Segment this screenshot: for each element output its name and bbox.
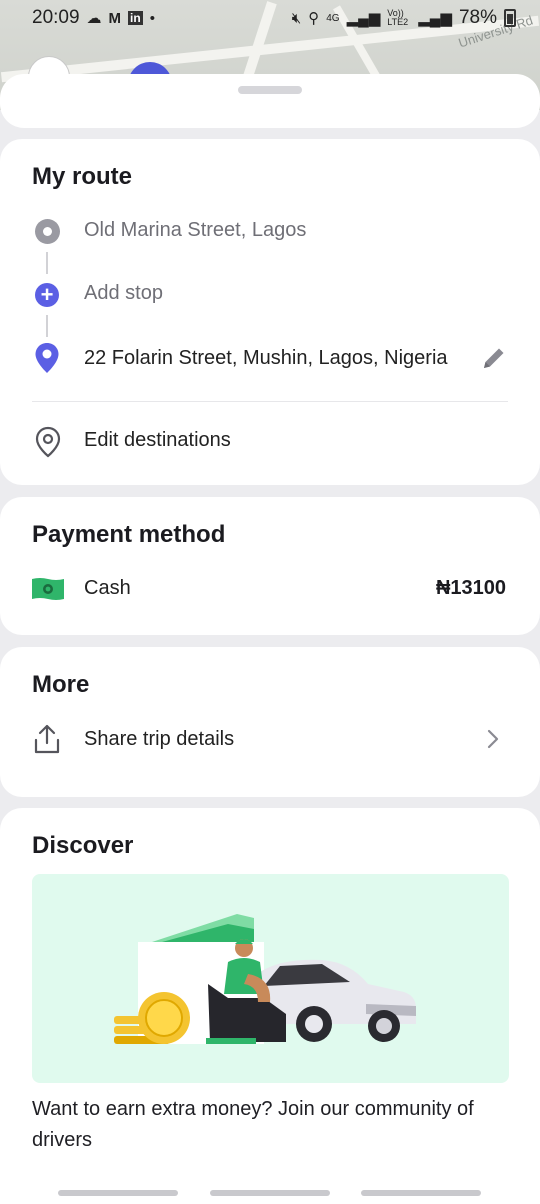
add-stop-button[interactable]: Add stop (84, 282, 163, 305)
add-stop-icon[interactable]: + (35, 283, 59, 307)
location-icon: ⚲ (308, 10, 320, 27)
gmail-icon: M (108, 9, 122, 27)
pickup-dot-icon (35, 219, 60, 244)
share-trip-details-button[interactable]: Share trip details (84, 728, 234, 751)
route-divider (32, 401, 508, 402)
edit-pencil-icon[interactable] (480, 344, 508, 377)
network-4g-label: 4G (326, 12, 340, 24)
sheet-grabber[interactable] (238, 86, 302, 94)
route-title: My route (32, 163, 133, 190)
battery-percent: 78% (458, 7, 497, 28)
payment-method-label[interactable]: Cash (84, 577, 131, 600)
more-title: More (32, 671, 90, 698)
location-outline-icon (34, 426, 62, 463)
destination-pin-icon (34, 342, 60, 379)
linkedin-icon: in (128, 11, 143, 25)
cash-icon (32, 577, 64, 606)
battery-icon (504, 9, 516, 27)
payment-card: Payment method Cash ₦13100 (0, 497, 540, 635)
payment-title: Payment method (32, 521, 226, 548)
trip-price: ₦13100 (435, 577, 506, 599)
driver-illustration (114, 914, 416, 1044)
chevron-right-icon[interactable] (484, 727, 502, 756)
nav-home-button[interactable] (210, 1190, 330, 1196)
network-volte-label: Vo)) LTE2 (387, 8, 409, 27)
driver-promo-banner[interactable] (32, 874, 509, 1083)
destination-address[interactable]: 22 Folarin Street, Mushin, Lagos, Nigeri… (84, 347, 448, 370)
pickup-address[interactable]: Old Marina Street, Lagos (84, 219, 306, 242)
route-card: My route Old Marina Street, Lagos + Add … (0, 139, 540, 485)
cloud-icon: ☁ (86, 10, 102, 27)
discover-card: Discover Want to earn extra money? Join … (0, 808, 540, 1204)
driver-promo-text[interactable]: Want to earn extra money? Join our commu… (32, 1094, 512, 1156)
route-connector (46, 252, 48, 274)
status-bar: 20:09 ☁ M in • 🔇︎ ⚲ 4G ▂▄▆ Vo)) LTE2 ▂▄▆… (0, 0, 540, 36)
edit-destinations-button[interactable]: Edit destinations (84, 429, 231, 452)
discover-title: Discover (32, 832, 134, 859)
signal-icon: ▂▄▆ (346, 10, 381, 27)
signal2-icon: ▂▄▆ (418, 10, 452, 27)
nav-recent-button[interactable] (58, 1190, 178, 1196)
more-card: More Share trip details (0, 647, 540, 797)
bottom-sheet-handle-card[interactable] (0, 74, 540, 128)
route-connector (46, 315, 48, 337)
dot-icon: • (149, 9, 155, 27)
system-nav-bar (0, 1186, 540, 1204)
status-time: 20:09 (32, 7, 80, 28)
share-icon (32, 723, 62, 760)
nav-back-button[interactable] (361, 1190, 481, 1196)
mute-icon: 🔇︎ (291, 9, 302, 27)
